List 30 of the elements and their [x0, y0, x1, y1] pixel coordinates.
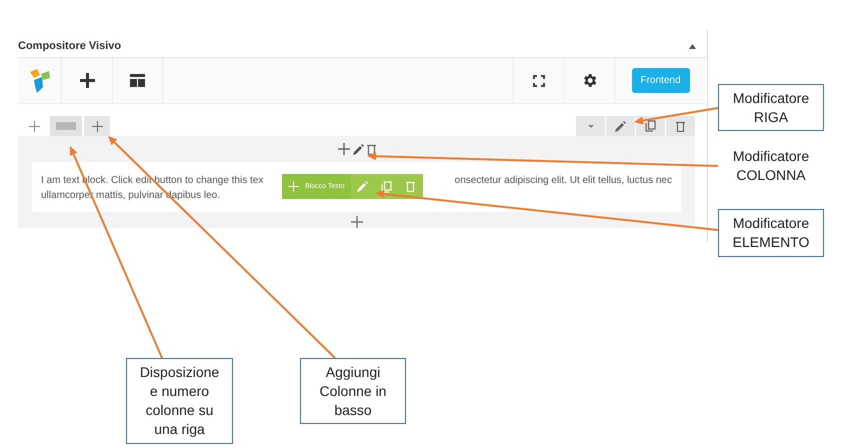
- move-icon[interactable]: [28, 120, 40, 132]
- delete-row-button[interactable]: [666, 116, 695, 136]
- pencil-icon: [615, 120, 626, 132]
- callout-label: Modificatore ELEMENTO: [718, 209, 824, 257]
- trash-icon: [406, 181, 416, 192]
- frontend-button[interactable]: Frontend: [632, 68, 690, 93]
- text-block-line: onsectetur adipiscing elit. Ut elit tellus, luctus nec: [454, 174, 672, 188]
- copy-icon: [381, 180, 392, 192]
- edit-column-icon[interactable]: [352, 144, 364, 154]
- collapse-icon[interactable]: [689, 44, 696, 49]
- logo-icon[interactable]: [28, 68, 50, 92]
- edit-row-button[interactable]: [606, 116, 635, 136]
- delete-column-icon[interactable]: [366, 144, 376, 154]
- fullscreen-icon[interactable]: [533, 74, 545, 86]
- copy-icon: [645, 120, 656, 132]
- caret-icon: [588, 124, 594, 128]
- callout-label: Modificatore RIGA: [718, 84, 824, 131]
- layout-icon[interactable]: [130, 74, 145, 87]
- columns-icon: [56, 122, 76, 130]
- callout-label: Aggiungi Colonne in basso: [300, 358, 406, 424]
- add-icon: [92, 120, 102, 132]
- add-column-button[interactable]: [84, 116, 110, 136]
- panel-title: Compositore Visivo: [18, 39, 122, 54]
- add-icon[interactable]: [80, 73, 94, 88]
- add-element-icon[interactable]: [338, 143, 350, 155]
- pencil-icon: [357, 181, 368, 192]
- add-element-icon[interactable]: [350, 216, 362, 228]
- trash-icon: [676, 120, 685, 132]
- callout-label: Disposizione e numero colonne su una riga: [126, 358, 233, 444]
- move-icon: [288, 181, 299, 192]
